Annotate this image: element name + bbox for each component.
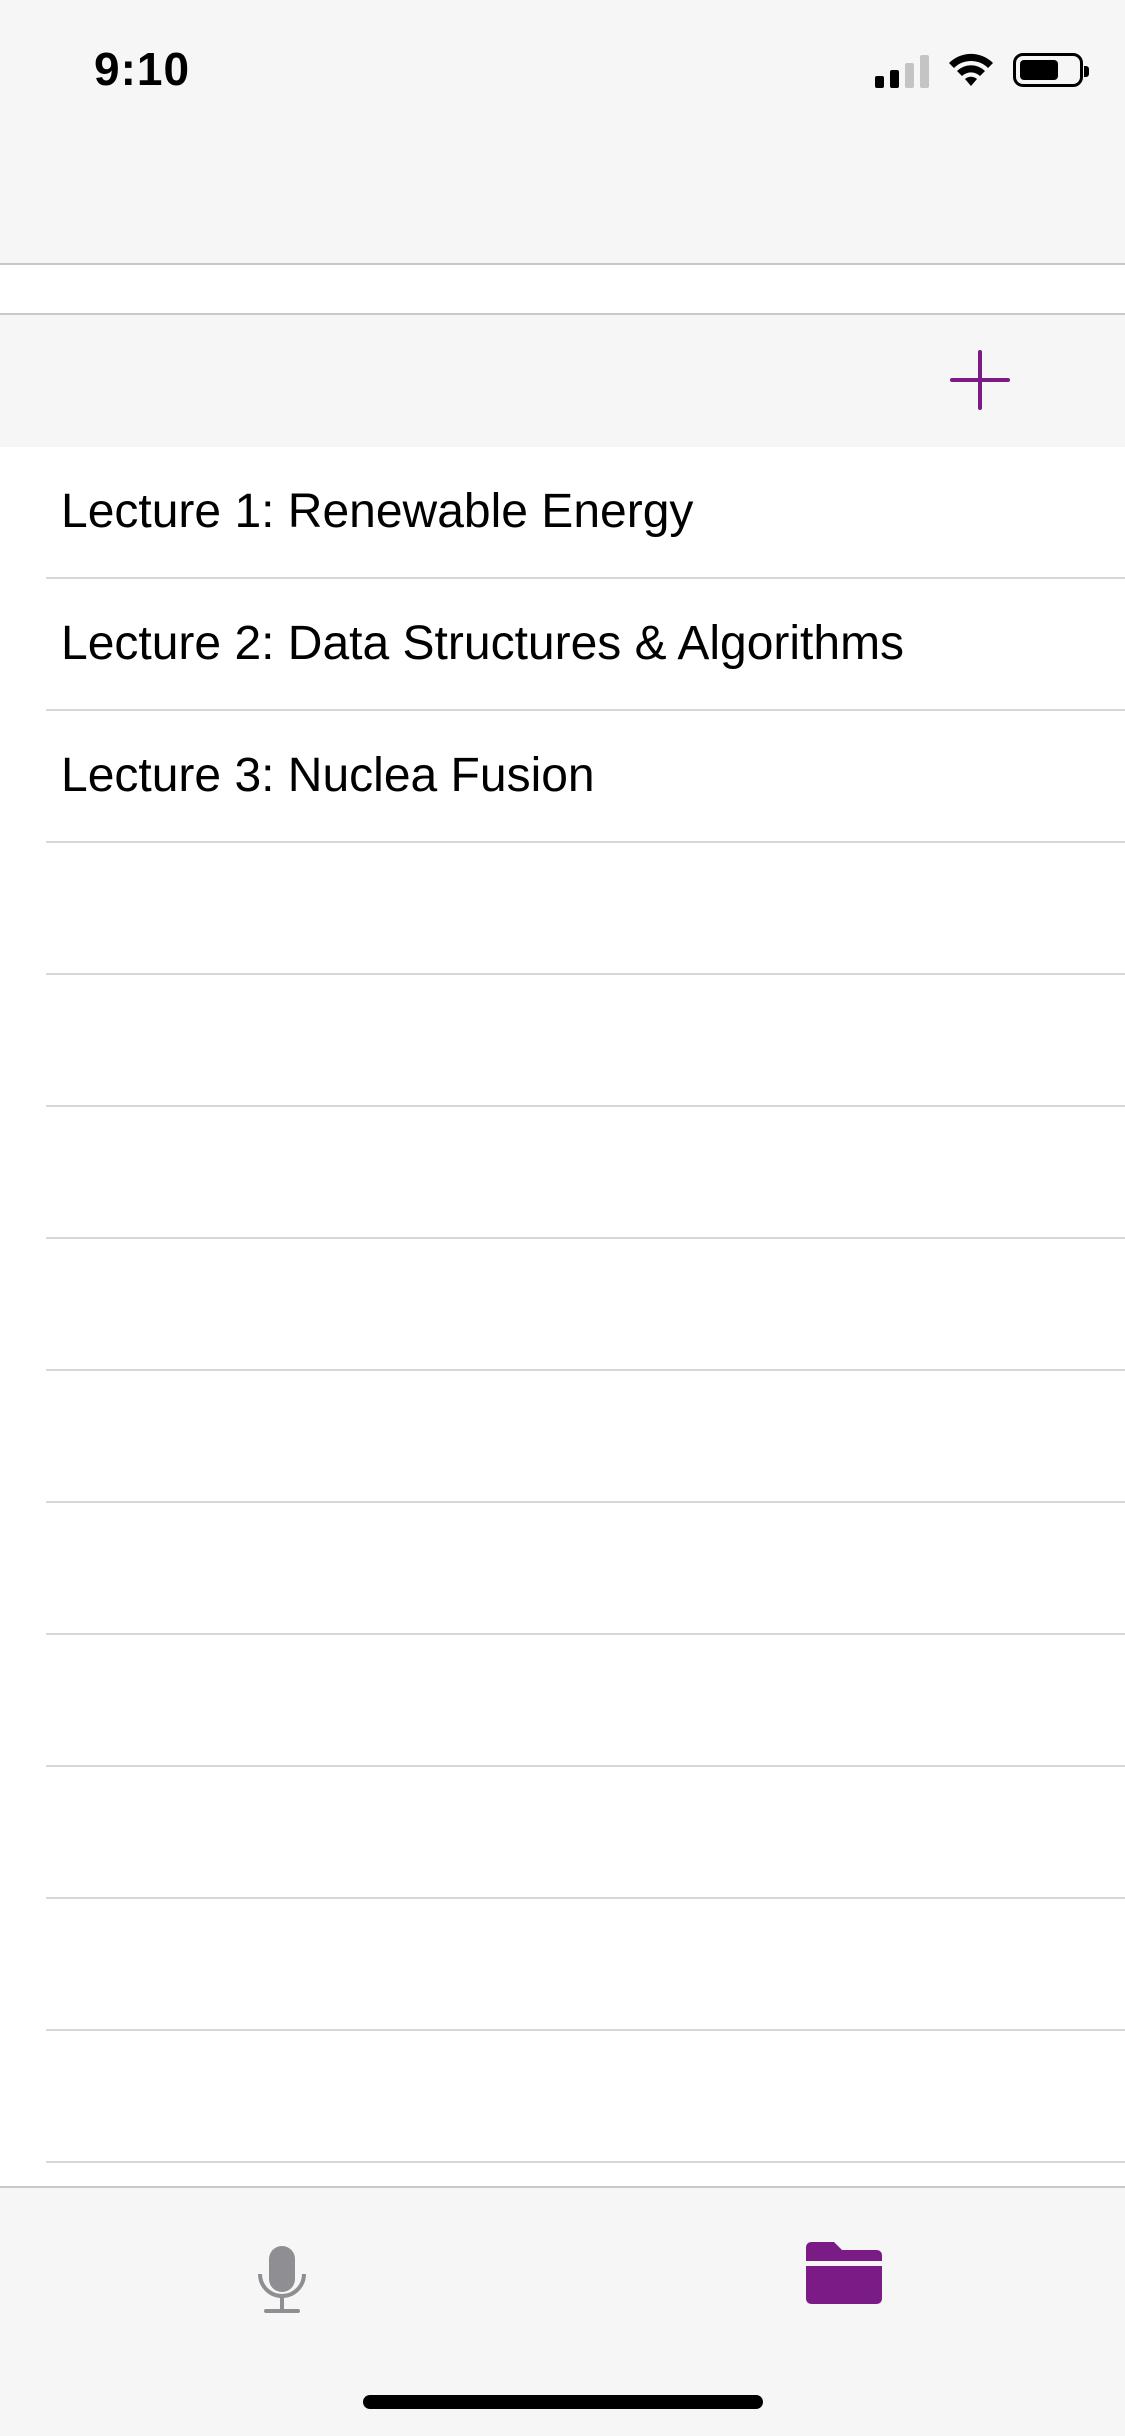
empty-row	[46, 1767, 1125, 1899]
lecture-title: Lecture 2: Data Structures & Algorithms	[61, 617, 905, 670]
wifi-icon	[949, 53, 993, 86]
microphone-icon	[258, 2246, 306, 2313]
empty-row	[46, 1239, 1125, 1371]
empty-row	[46, 1899, 1125, 2031]
status-icons	[875, 48, 1089, 92]
empty-row	[46, 843, 1125, 975]
empty-row	[46, 2031, 1125, 2163]
empty-row	[46, 1503, 1125, 1635]
status-and-nav-bar: 9:10	[0, 0, 1125, 265]
lecture-row[interactable]: Lecture 3: Nuclea Fusion	[46, 711, 1125, 843]
search-area	[0, 265, 1125, 315]
lecture-row[interactable]: Lecture 2: Data Structures & Algorithms	[46, 579, 1125, 711]
lecture-row[interactable]: Lecture 1: Renewable Energy	[46, 447, 1125, 579]
folder-icon	[806, 2242, 882, 2304]
status-time: 9:10	[94, 43, 191, 95]
add-lecture-button[interactable]	[940, 340, 1020, 420]
lecture-title: Lecture 1: Renewable Energy	[61, 485, 694, 538]
lecture-list: Lecture 1: Renewable Energy Lecture 2: D…	[0, 447, 1125, 2295]
tab-record[interactable]	[212, 2218, 352, 2318]
home-indicator	[363, 2395, 763, 2409]
empty-row	[46, 975, 1125, 1107]
tab-library[interactable]	[774, 2218, 914, 2318]
empty-row	[46, 1635, 1125, 1767]
plus-icon	[950, 350, 1010, 410]
empty-row	[46, 1371, 1125, 1503]
lecture-title: Lecture 3: Nuclea Fusion	[61, 749, 595, 802]
battery-icon	[1013, 53, 1089, 87]
empty-row	[46, 1107, 1125, 1239]
cellular-signal-icon	[875, 52, 929, 88]
screen: 9:10 Lecture 1: Renewable Energy Lecture…	[0, 0, 1125, 2436]
